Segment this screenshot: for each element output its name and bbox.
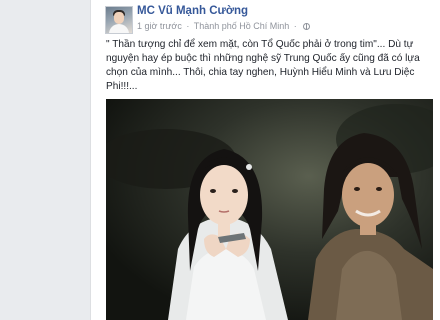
hair-ornament bbox=[246, 164, 252, 170]
eye bbox=[354, 187, 360, 191]
neck bbox=[360, 225, 376, 235]
meta-separator: · bbox=[186, 21, 190, 31]
facebook-post-card: MC Vũ Mạnh Cường 1 giờ trước · Thành phố… bbox=[90, 0, 440, 320]
post-photo[interactable] bbox=[106, 99, 433, 320]
globe-icon[interactable] bbox=[303, 23, 311, 30]
eye bbox=[376, 187, 382, 191]
eye bbox=[232, 189, 238, 193]
author-name-link[interactable]: MC Vũ Mạnh Cường bbox=[137, 5, 248, 17]
eye bbox=[210, 189, 216, 193]
woman-face bbox=[200, 165, 248, 225]
author-avatar[interactable] bbox=[105, 6, 133, 34]
post-meta: 1 giờ trước · Thành phố Hồ Chí Minh · bbox=[137, 21, 311, 31]
neck bbox=[218, 223, 230, 237]
post-text: " Thần tượng chỉ để xem mặt, còn Tổ Quốc… bbox=[106, 39, 420, 92]
avatar-body bbox=[109, 24, 129, 33]
man-face bbox=[342, 163, 394, 227]
post-timestamp[interactable]: 1 giờ trước bbox=[137, 21, 182, 31]
photo-illustration bbox=[106, 99, 433, 320]
meta-separator: · bbox=[293, 21, 297, 31]
post-location-link[interactable]: Thành phố Hồ Chí Minh bbox=[194, 21, 290, 31]
avatar-face bbox=[114, 12, 124, 24]
